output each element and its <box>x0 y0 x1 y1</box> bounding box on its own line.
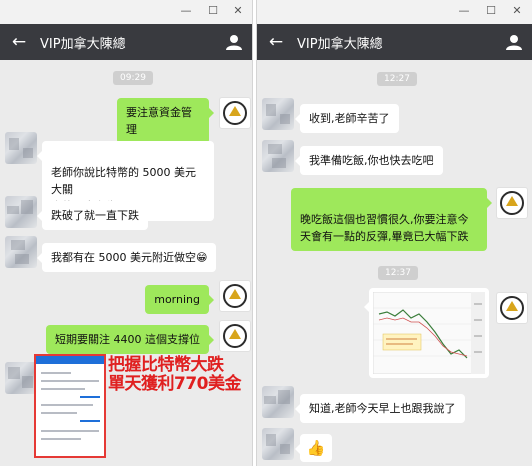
overlay-line-1: 把握比特幣大跌 <box>108 355 224 375</box>
user-avatar[interactable] <box>5 362 37 394</box>
thumbs-up-icon: 👍 <box>306 439 326 457</box>
message-bubble-out: morning <box>145 285 214 314</box>
message-text: 收到,老師辛苦了 <box>309 112 390 125</box>
message-text: 跌破了就一直下跌 <box>51 209 139 222</box>
person-icon[interactable] <box>506 34 522 50</box>
window-titlebar: — ☐ ✕ <box>0 0 252 24</box>
bitcoin-chart-thumbnail <box>372 291 486 375</box>
message-bubble-in: 收到,老師辛苦了 <box>295 104 399 133</box>
message-text: 我都有在 5000 美元附近做空😁 <box>51 251 208 264</box>
profit-overlay-caption: 把握比特幣大跌 單天獲利770美金 <box>108 355 242 394</box>
teacher-avatar[interactable] <box>219 320 251 352</box>
teacher-avatar[interactable] <box>496 187 528 219</box>
chat-title: VIP加拿大陳總 <box>297 36 383 52</box>
message-bubble-in: 知道,老師今天早上也跟我說了 <box>295 394 465 423</box>
message-text: 要注意資金管理 <box>126 106 192 136</box>
message-bubble-out: 晚吃飯這個也習慣很久,你要注意今 天會有一點的反彈,畢竟已大幅下跌 <box>291 188 492 251</box>
user-avatar[interactable] <box>262 386 294 418</box>
message-bubble-in: 我都有在 5000 美元附近做空😁 <box>36 243 217 272</box>
user-avatar[interactable] <box>262 98 294 130</box>
message-text: 短期要關注 4400 這個支撐位 <box>55 333 200 346</box>
person-icon[interactable] <box>226 34 242 50</box>
trade-screenshot-image[interactable] <box>34 354 106 458</box>
teacher-avatar[interactable] <box>219 280 251 312</box>
timestamp: 09:29 <box>113 71 153 85</box>
minimize-icon[interactable]: — <box>178 3 194 19</box>
user-avatar[interactable] <box>262 140 294 172</box>
teacher-avatar[interactable] <box>496 292 528 324</box>
message-bubble-out: 短期要關注 4400 這個支撐位 <box>46 325 214 354</box>
chat-header: ← VIP加拿大陳總 <box>257 24 532 60</box>
back-arrow-icon[interactable]: ← <box>261 24 291 60</box>
teacher-avatar[interactable] <box>219 97 251 129</box>
back-arrow-icon[interactable]: ← <box>4 24 34 60</box>
overlay-line-2: 單天獲利770美金 <box>108 374 242 394</box>
message-text: 我準備吃飯,你也快去吃吧 <box>309 154 434 167</box>
thumbs-up-message: 👍 <box>295 434 332 462</box>
timestamp: 12:37 <box>378 266 418 280</box>
message-bubble-in: 我準備吃飯,你也快去吃吧 <box>295 146 443 175</box>
user-avatar[interactable] <box>5 132 37 164</box>
user-avatar[interactable] <box>5 196 37 228</box>
chart-image-message[interactable] <box>364 288 489 378</box>
chat-window-left: — ☐ ✕ ← VIP加拿大陳總 09:29 要注意資金管理 老師你說比特幣的 … <box>0 0 253 466</box>
maximize-icon[interactable]: ☐ <box>483 3 499 19</box>
maximize-icon[interactable]: ☐ <box>205 3 221 19</box>
message-bubble-out: 要注意資金管理 <box>117 98 214 144</box>
timestamp: 12:27 <box>377 72 417 86</box>
close-icon[interactable]: ✕ <box>230 3 246 19</box>
user-avatar[interactable] <box>262 428 294 460</box>
chat-window-right: — ☐ ✕ ← VIP加拿大陳總 12:27 收到,老師辛苦了 我準備吃飯,你也… <box>256 0 532 466</box>
close-icon[interactable]: ✕ <box>509 3 525 19</box>
message-text: morning <box>154 293 200 306</box>
message-text: 知道,老師今天早上也跟我說了 <box>309 402 456 415</box>
window-titlebar: — ☐ ✕ <box>257 0 532 24</box>
chat-title: VIP加拿大陳總 <box>40 36 126 52</box>
user-avatar[interactable] <box>5 236 37 268</box>
minimize-icon[interactable]: — <box>456 3 472 19</box>
message-bubble-in: 跌破了就一直下跌 <box>37 201 148 230</box>
chat-header: ← VIP加拿大陳總 <box>0 24 252 60</box>
message-text: 晚吃飯這個也習慣很久,你要注意今 天會有一點的反彈,畢竟已大幅下跌 <box>300 213 469 243</box>
